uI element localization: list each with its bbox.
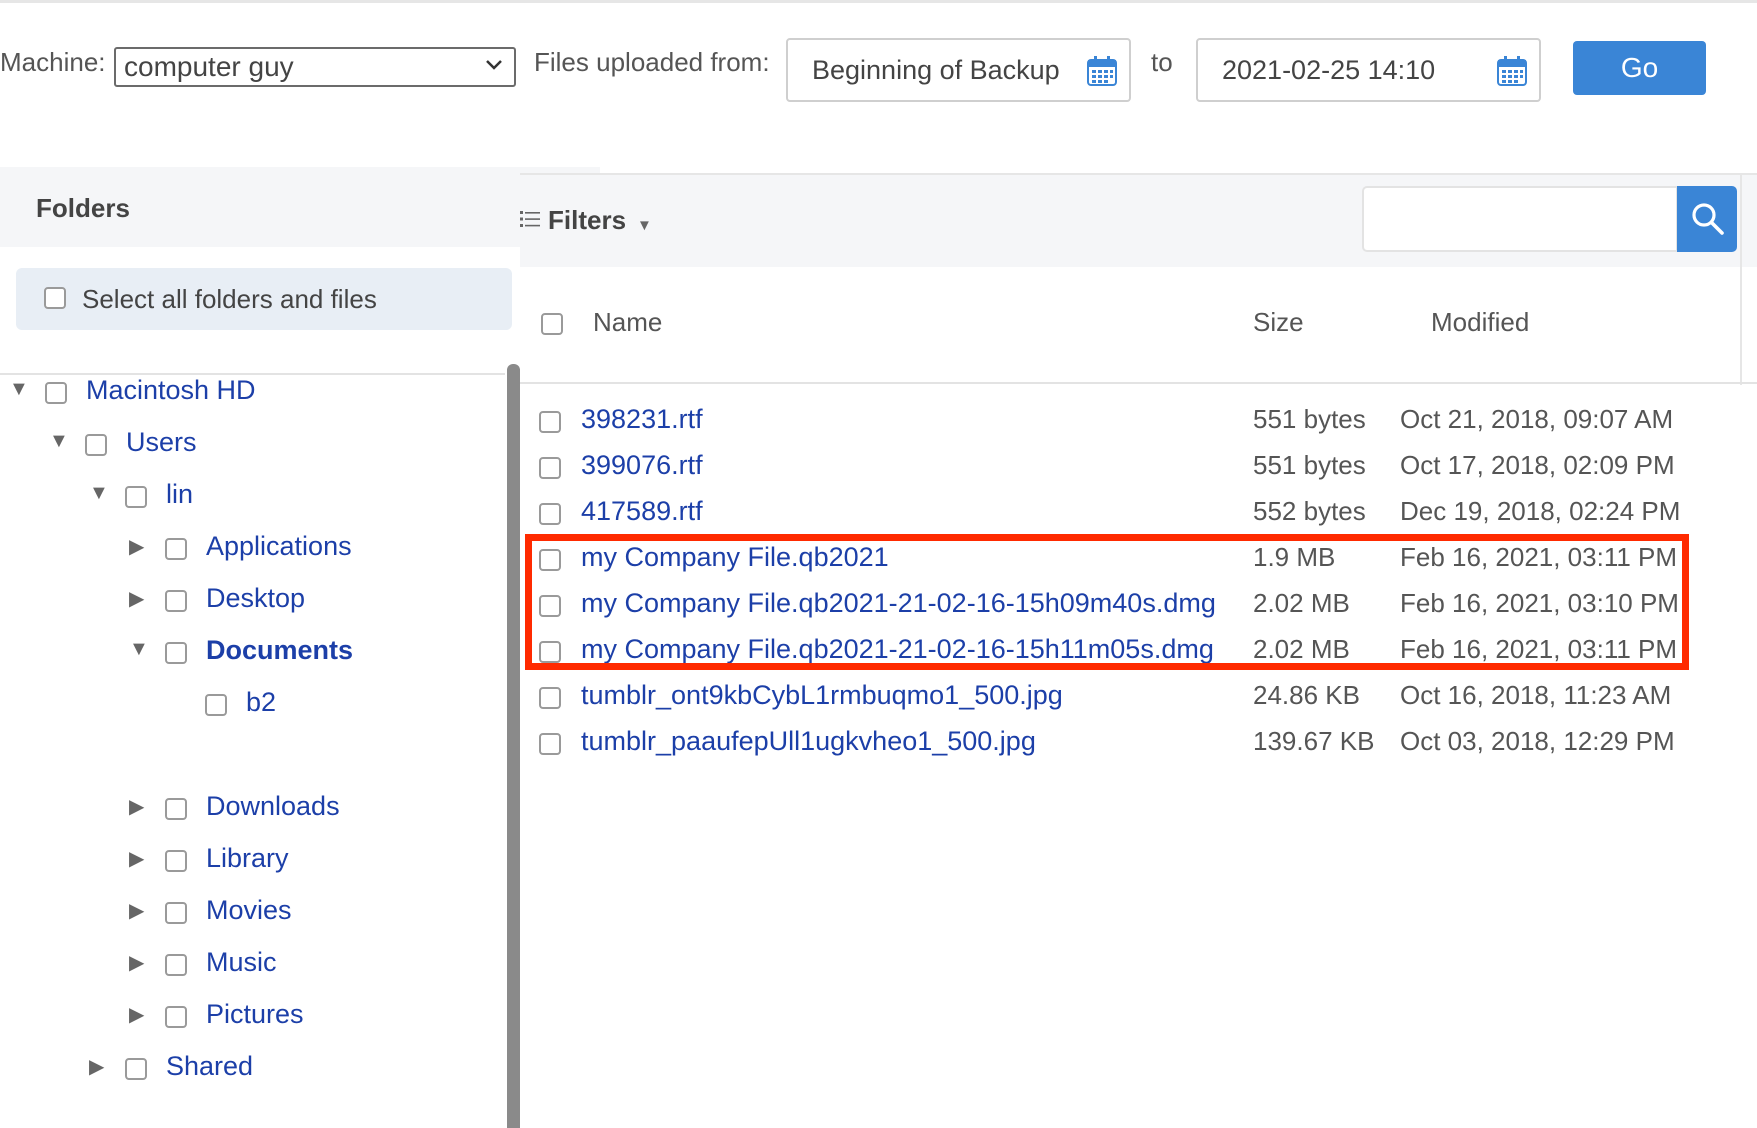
row-checkbox[interactable] [539,457,561,479]
tree-item-label[interactable]: lin [166,479,193,510]
collapsed-triangle-icon[interactable]: ▶ [89,1054,111,1079]
file-name-link[interactable]: 398231.rtf [581,404,703,435]
tree-item-label[interactable]: Library [206,843,289,874]
tree-item-label[interactable]: Shared [166,1051,253,1082]
calendar-icon[interactable] [1495,54,1529,88]
expanded-triangle-icon[interactable]: ▼ [89,482,111,505]
tree-checkbox[interactable] [165,902,187,924]
column-header-name[interactable]: Name [593,307,662,338]
collapsed-triangle-icon[interactable]: ▶ [129,794,151,819]
search-button[interactable] [1677,186,1737,252]
tree-item-label[interactable]: Music [206,947,277,978]
machine-select-value: computer guy [124,51,294,82]
collapsed-triangle-icon[interactable]: ▶ [129,898,151,923]
expanded-triangle-icon[interactable]: ▼ [49,430,71,453]
column-header-modified[interactable]: Modified [1431,307,1529,338]
to-label: to [1151,47,1173,77]
tree-item-label[interactable]: Macintosh HD [86,375,256,406]
list-icon [520,211,540,227]
tree-checkbox[interactable] [205,694,227,716]
tree-item-label[interactable]: Desktop [206,583,305,614]
file-modified: Oct 16, 2018, 11:23 AM [1400,680,1672,710]
file-modified: Oct 21, 2018, 09:07 AM [1400,404,1674,434]
filters-toggle[interactable]: Filters [548,205,626,236]
tree-item-label[interactable]: Downloads [206,791,340,822]
select-all-files-checkbox[interactable] [541,313,563,335]
file-size: 551 bytes [1253,450,1366,480]
machine-select[interactable]: computer guy [114,47,516,87]
folders-title: Folders [36,193,130,223]
tree-item-label[interactable]: b2 [246,687,276,718]
tree-checkbox[interactable] [125,1058,147,1080]
folder-scrollbar[interactable] [507,364,520,1128]
select-all-row[interactable]: Select all folders and files [16,268,512,330]
collapsed-triangle-icon[interactable]: ▶ [129,586,151,611]
select-all-checkbox[interactable] [44,287,66,309]
tree-checkbox[interactable] [165,590,187,612]
tree-checkbox[interactable] [165,954,187,976]
tree-item-label[interactable]: Documents [206,635,353,666]
file-size: 552 bytes [1253,496,1366,526]
collapsed-triangle-icon[interactable]: ▶ [129,534,151,559]
folders-header: Folders [0,167,600,247]
tree-checkbox[interactable] [165,850,187,872]
file-modified: Oct 03, 2018, 12:29 PM [1400,726,1675,756]
file-name-link[interactable]: tumblr_paaufepUll1ugkvheo1_500.jpg [581,726,1036,757]
expanded-triangle-icon[interactable]: ▼ [9,378,31,401]
select-all-label: Select all folders and files [82,284,377,314]
file-name-link[interactable]: tumblr_ont9kbCybL1rmbuqmo1_500.jpg [581,680,1063,711]
machine-label: Machine: [0,47,106,77]
file-size: 551 bytes [1253,404,1366,434]
tree-checkbox[interactable] [45,382,67,404]
to-date-value: 2021-02-25 14:10 [1222,55,1436,85]
tree-checkbox[interactable] [165,1006,187,1028]
tree-item-label[interactable]: Applications [206,531,352,562]
tree-item-label[interactable]: Users [126,427,197,458]
table-row[interactable]: tumblr_paaufepUll1ugkvheo1_500.jpg 139.6… [520,721,1720,767]
tree-checkbox[interactable] [165,538,187,560]
collapsed-triangle-icon[interactable]: ▶ [129,846,151,871]
table-row[interactable]: 399076.rtf 551 bytes Oct 17, 2018, 02:09… [520,445,1720,491]
chevron-down-icon [486,60,502,70]
calendar-icon[interactable] [1085,54,1119,88]
search-input[interactable] [1362,186,1678,252]
highlight-box [525,534,1689,670]
row-checkbox[interactable] [539,503,561,525]
tree-item-label[interactable]: Pictures [206,999,304,1030]
tree-item-label[interactable]: Movies [206,895,292,926]
tree-checkbox[interactable] [125,486,147,508]
file-modified: Oct 17, 2018, 02:09 PM [1400,450,1675,480]
tree-checkbox[interactable] [85,434,107,456]
files-uploaded-from-label: Files uploaded from: [534,47,770,77]
column-header-size[interactable]: Size [1253,307,1304,338]
table-row[interactable]: 398231.rtf 551 bytes Oct 21, 2018, 09:07… [520,399,1720,445]
row-checkbox[interactable] [539,411,561,433]
to-date-field[interactable]: 2021-02-25 14:10 [1196,38,1541,102]
file-size: 139.67 KB [1253,726,1375,756]
table-row[interactable]: 417589.rtf 552 bytes Dec 19, 2018, 02:24… [520,491,1720,537]
table-row[interactable]: tumblr_ont9kbCybL1rmbuqmo1_500.jpg 24.86… [520,675,1720,721]
file-modified: Dec 19, 2018, 02:24 PM [1400,496,1681,526]
tree-checkbox[interactable] [165,642,187,664]
table-header-divider [520,382,1757,384]
expanded-triangle-icon[interactable]: ▼ [129,638,151,661]
from-date-field[interactable]: Beginning of Backup [786,38,1131,102]
panel-edge [1740,173,1742,385]
file-size: 24.86 KB [1253,680,1360,710]
top-divider [0,0,1757,3]
collapsed-triangle-icon[interactable]: ▶ [129,1002,151,1027]
file-name-link[interactable]: 417589.rtf [581,496,703,527]
tree-checkbox[interactable] [165,798,187,820]
caret-down-icon[interactable]: ▼ [637,217,652,234]
from-date-value: Beginning of Backup [812,55,1060,85]
row-checkbox[interactable] [539,687,561,709]
search-icon [1692,203,1724,235]
file-name-link[interactable]: 399076.rtf [581,450,703,481]
go-button[interactable]: Go [1573,41,1706,95]
collapsed-triangle-icon[interactable]: ▶ [129,950,151,975]
row-checkbox[interactable] [539,733,561,755]
